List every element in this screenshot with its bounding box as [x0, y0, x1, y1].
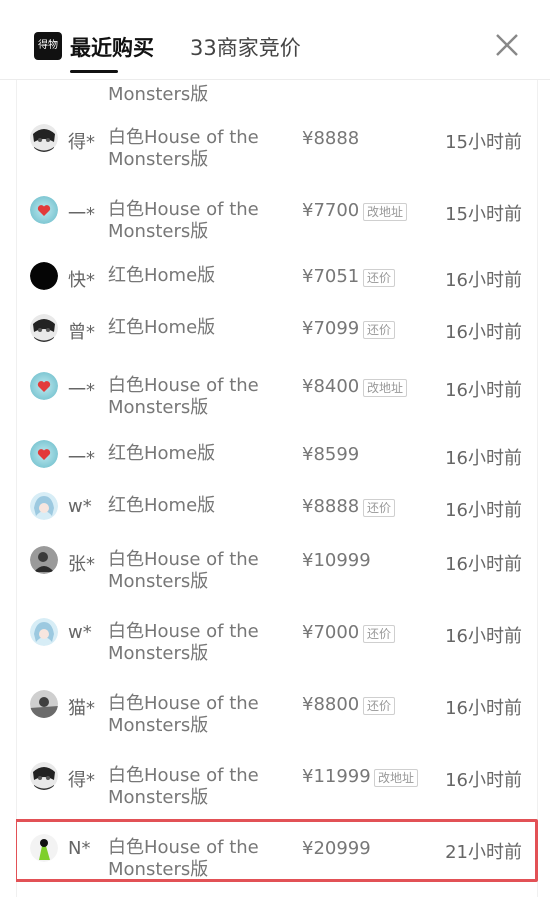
- purchase-time: 15小时前: [445, 132, 522, 153]
- purchase-time: 16小时前: [445, 770, 522, 791]
- buyer-name: 得*: [68, 132, 95, 153]
- price-tag: 改地址: [363, 203, 408, 221]
- price-tag: 改地址: [363, 379, 408, 397]
- price: ¥11999: [302, 766, 371, 787]
- buyer-avatar: [30, 262, 58, 290]
- purchase-list[interactable]: Monsters版 得* 白色House of the Monsters版 ¥888…: [16, 80, 538, 897]
- price-tag: 还价: [363, 499, 396, 517]
- app-logo: 得物: [34, 32, 62, 60]
- buyer-name: 猫*: [68, 698, 95, 719]
- buyer-avatar: [30, 124, 58, 152]
- buyer-name: 得*: [68, 770, 95, 791]
- purchase-time: 16小时前: [445, 448, 522, 469]
- price: ¥7099: [302, 318, 360, 339]
- buyer-avatar: [30, 546, 58, 574]
- product-variant: 红色Home版: [108, 443, 216, 464]
- buyer-avatar: [30, 492, 58, 520]
- buyer-name: 一*: [68, 448, 95, 469]
- product-variant: 白色House of the Monsters版: [108, 375, 259, 418]
- buyer-avatar: [30, 314, 58, 342]
- product-variant: 白色House of the Monsters版: [108, 621, 259, 664]
- buyer-name: 一*: [68, 204, 95, 225]
- price: ¥7000: [302, 622, 360, 643]
- buyer-name: 一*: [68, 380, 95, 401]
- buyer-avatar: [30, 762, 58, 790]
- purchase-time: 16小时前: [445, 698, 522, 719]
- price: ¥7700: [302, 200, 360, 221]
- purchase-time: 15小时前: [445, 204, 522, 225]
- purchase-time: 16小时前: [445, 626, 522, 647]
- product-variant: 红色Home版: [108, 265, 216, 286]
- purchase-time: 16小时前: [445, 380, 522, 401]
- product-variant: 红色Home版: [108, 495, 216, 516]
- price: ¥8800: [302, 694, 360, 715]
- buyer-avatar: [30, 690, 58, 718]
- product-variant: 白色House of the Monsters版: [108, 199, 259, 242]
- product-variant: 白色House of the Monsters版: [108, 765, 259, 808]
- header: 得物 最近购买 33商家竞价: [0, 0, 550, 80]
- buyer-avatar: [30, 440, 58, 468]
- price-tag: 还价: [363, 269, 396, 287]
- buyer-name: w*: [68, 622, 92, 643]
- buyer-avatar: [30, 196, 58, 224]
- tab-recent-purchases[interactable]: 最近购买: [70, 32, 154, 62]
- buyer-name: 张*: [68, 554, 95, 575]
- buyer-avatar: [30, 618, 58, 646]
- price: ¥8400: [302, 376, 360, 397]
- price: ¥8888: [302, 128, 360, 149]
- purchase-time: 16小时前: [445, 554, 522, 575]
- buyer-name: 曾*: [68, 322, 95, 343]
- product-variant: 白色House of the Monsters版: [108, 693, 259, 736]
- product-variant: 白色House of the Monsters版: [108, 127, 259, 170]
- price: ¥8888: [302, 496, 360, 517]
- close-icon[interactable]: [492, 30, 522, 60]
- price-tag: 还价: [363, 321, 396, 339]
- tab-merchant-bids[interactable]: 33商家竞价: [190, 32, 301, 62]
- purchase-time: 16小时前: [445, 322, 522, 343]
- price-tag: 改地址: [374, 769, 419, 787]
- buyer-avatar: [30, 372, 58, 400]
- buyer-name: 快*: [68, 270, 95, 291]
- buyer-name: w*: [68, 496, 92, 517]
- product-variant: 红色Home版: [108, 317, 216, 338]
- purchase-time: 16小时前: [445, 270, 522, 291]
- price: ¥8599: [302, 444, 360, 465]
- price: ¥7051: [302, 266, 360, 287]
- product-variant: 白色House of the Monsters版: [108, 549, 259, 592]
- highlight-box: [16, 819, 538, 882]
- price: ¥10999: [302, 550, 371, 571]
- purchase-time: 16小时前: [445, 500, 522, 521]
- partial-variant-text: Monsters版: [108, 84, 209, 105]
- price-tag: 还价: [363, 697, 396, 715]
- tab-active-indicator: [70, 70, 118, 73]
- price-tag: 还价: [363, 625, 396, 643]
